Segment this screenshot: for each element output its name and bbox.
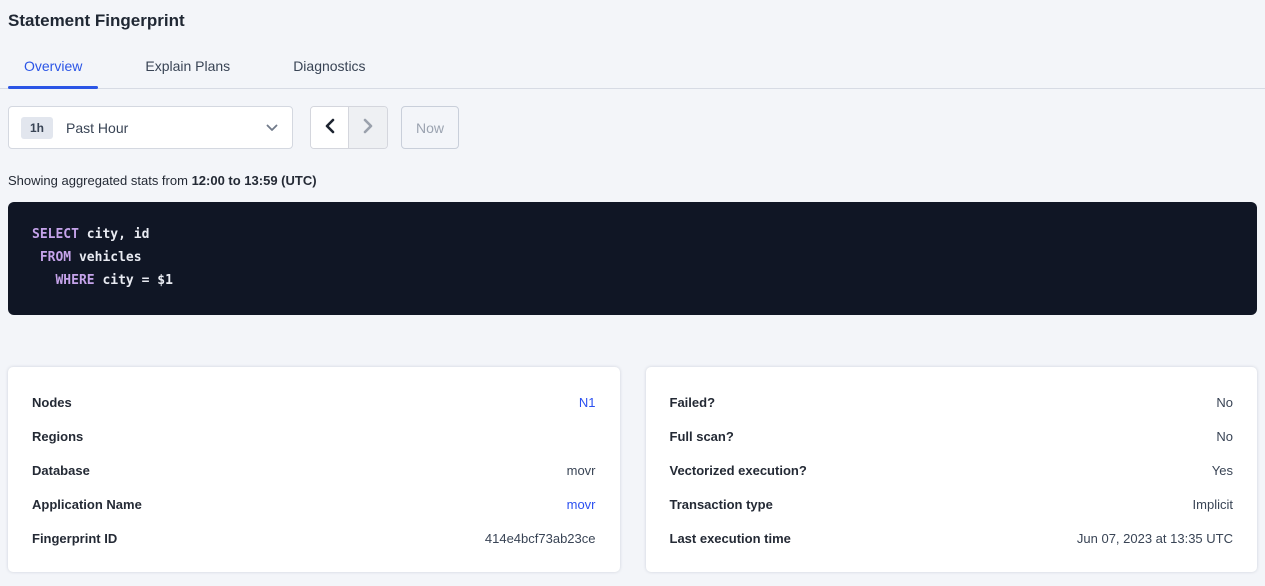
- execution-attributes-card: Failed? No Full scan? No Vectorized exec…: [646, 367, 1258, 572]
- row-label: Regions: [32, 429, 83, 444]
- row-label: Database: [32, 463, 90, 478]
- nodes-link[interactable]: N1: [579, 395, 596, 410]
- card-row-fingerprint-id: Fingerprint ID 414e4bcf73ab23ce: [32, 521, 596, 555]
- tab-explain-plans[interactable]: Explain Plans: [129, 58, 246, 88]
- stats-line-prefix: Showing aggregated stats from: [8, 173, 192, 188]
- row-value: No: [1216, 395, 1233, 410]
- time-range-badge: 1h: [21, 117, 53, 139]
- card-row-transaction-type: Transaction type Implicit: [670, 487, 1234, 521]
- row-label: Transaction type: [670, 497, 773, 512]
- row-value: Jun 07, 2023 at 13:35 UTC: [1077, 531, 1233, 546]
- sql-line: WHERE city = $1: [32, 269, 1233, 292]
- time-controls: 1h Past Hour Now: [8, 106, 1257, 149]
- chevron-right-icon: [361, 118, 375, 137]
- row-value: Implicit: [1193, 497, 1233, 512]
- stats-line-range: 12:00 to 13:59 (UTC): [192, 173, 317, 188]
- card-row-database: Database movr: [32, 453, 596, 487]
- now-button[interactable]: Now: [401, 106, 459, 149]
- previous-range-button[interactable]: [311, 107, 349, 148]
- row-value: No: [1216, 429, 1233, 444]
- chevron-left-icon: [323, 118, 337, 137]
- sql-line: SELECT city, id: [32, 223, 1233, 246]
- tab-overview[interactable]: Overview: [8, 58, 98, 88]
- card-row-regions: Regions: [32, 419, 596, 453]
- card-row-nodes: Nodes N1: [32, 385, 596, 419]
- page-title: Statement Fingerprint: [8, 11, 1257, 31]
- sql-line: FROM vehicles: [32, 246, 1233, 269]
- row-label: Full scan?: [670, 429, 734, 444]
- summary-cards: Nodes N1 Regions Database movr Applicati…: [8, 367, 1257, 572]
- statement-details-card: Nodes N1 Regions Database movr Applicati…: [8, 367, 620, 572]
- card-row-last-execution-time: Last execution time Jun 07, 2023 at 13:3…: [670, 521, 1234, 555]
- row-label: Last execution time: [670, 531, 791, 546]
- sql-keyword: FROM: [40, 250, 71, 265]
- card-row-failed: Failed? No: [670, 385, 1234, 419]
- row-label: Application Name: [32, 497, 142, 512]
- application-name-link[interactable]: movr: [567, 497, 596, 512]
- row-label: Fingerprint ID: [32, 531, 117, 546]
- tab-diagnostics[interactable]: Diagnostics: [277, 58, 381, 88]
- sql-keyword: WHERE: [55, 273, 94, 288]
- row-value: 414e4bcf73ab23ce: [485, 531, 596, 546]
- card-row-full-scan: Full scan? No: [670, 419, 1234, 453]
- row-value: movr: [567, 463, 596, 478]
- row-value: Yes: [1212, 463, 1233, 478]
- sql-keyword: SELECT: [32, 227, 79, 242]
- chevron-down-icon: [266, 124, 278, 132]
- row-label: Failed?: [670, 395, 716, 410]
- sql-statement-box: SELECT city, id FROM vehicles WHERE city…: [8, 202, 1257, 315]
- card-row-vectorized: Vectorized execution? Yes: [670, 453, 1234, 487]
- row-label: Nodes: [32, 395, 72, 410]
- row-label: Vectorized execution?: [670, 463, 807, 478]
- tab-bar: Overview Explain Plans Diagnostics: [0, 58, 1265, 89]
- time-range-label: Past Hour: [66, 120, 266, 136]
- card-row-application-name: Application Name movr: [32, 487, 596, 521]
- time-range-arrows: [310, 106, 388, 149]
- time-range-dropdown[interactable]: 1h Past Hour: [8, 106, 293, 149]
- aggregated-stats-line: Showing aggregated stats from 12:00 to 1…: [8, 173, 1257, 188]
- next-range-button[interactable]: [349, 107, 387, 148]
